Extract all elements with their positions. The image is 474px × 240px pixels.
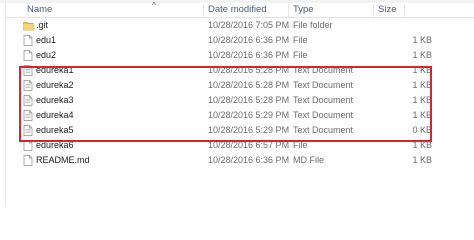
column-header-name[interactable]: Name xyxy=(27,3,52,17)
file-size xyxy=(404,18,432,33)
file-row[interactable]: edu2 10/28/2016 6:36 PM File 1 KB xyxy=(6,48,474,63)
file-name: .git xyxy=(36,20,49,30)
column-header-row: ^ Name Date modified Type Size xyxy=(6,1,474,18)
file-name: README.md xyxy=(36,155,90,165)
file-icon xyxy=(23,35,33,46)
file-name: edu2 xyxy=(36,50,57,60)
file-row[interactable]: README.md 10/28/2016 6:36 PM MD File 1 KB xyxy=(6,153,474,168)
file-type: File folder xyxy=(293,20,333,30)
file-icon xyxy=(23,50,33,61)
file-size: 1 KB xyxy=(412,50,432,60)
file-type: File xyxy=(293,50,308,60)
file-type: File xyxy=(293,35,308,45)
column-header-date-modified[interactable]: Date modified xyxy=(208,3,267,17)
file-row[interactable]: edu1 10/28/2016 6:36 PM File 1 KB xyxy=(6,33,474,48)
md-file-icon xyxy=(23,155,33,166)
column-divider[interactable] xyxy=(288,4,289,17)
file-size: 1 KB xyxy=(412,155,432,165)
file-date-modified: 10/28/2016 6:36 PM xyxy=(208,155,290,165)
folder-icon xyxy=(23,20,34,31)
column-header-type[interactable]: Type xyxy=(293,3,314,17)
column-divider[interactable] xyxy=(404,4,405,17)
file-explorer-window: ^ Name Date modified Type Size .git 10/28… xyxy=(0,0,474,205)
sort-indicator-icon: ^ xyxy=(152,1,156,10)
column-divider[interactable] xyxy=(373,4,374,17)
column-divider[interactable] xyxy=(203,4,204,17)
column-header-size[interactable]: Size xyxy=(378,3,396,17)
highlight-rectangle xyxy=(19,66,432,142)
file-row[interactable]: .git 10/28/2016 7:05 PM File folder xyxy=(6,18,474,33)
file-date-modified: 10/28/2016 6:36 PM xyxy=(208,35,290,45)
file-type: MD File xyxy=(293,155,324,165)
file-date-modified: 10/28/2016 6:36 PM xyxy=(208,50,290,60)
file-name: edu1 xyxy=(36,35,57,45)
file-date-modified: 10/28/2016 7:05 PM xyxy=(208,20,290,30)
file-size: 1 KB xyxy=(412,35,432,45)
